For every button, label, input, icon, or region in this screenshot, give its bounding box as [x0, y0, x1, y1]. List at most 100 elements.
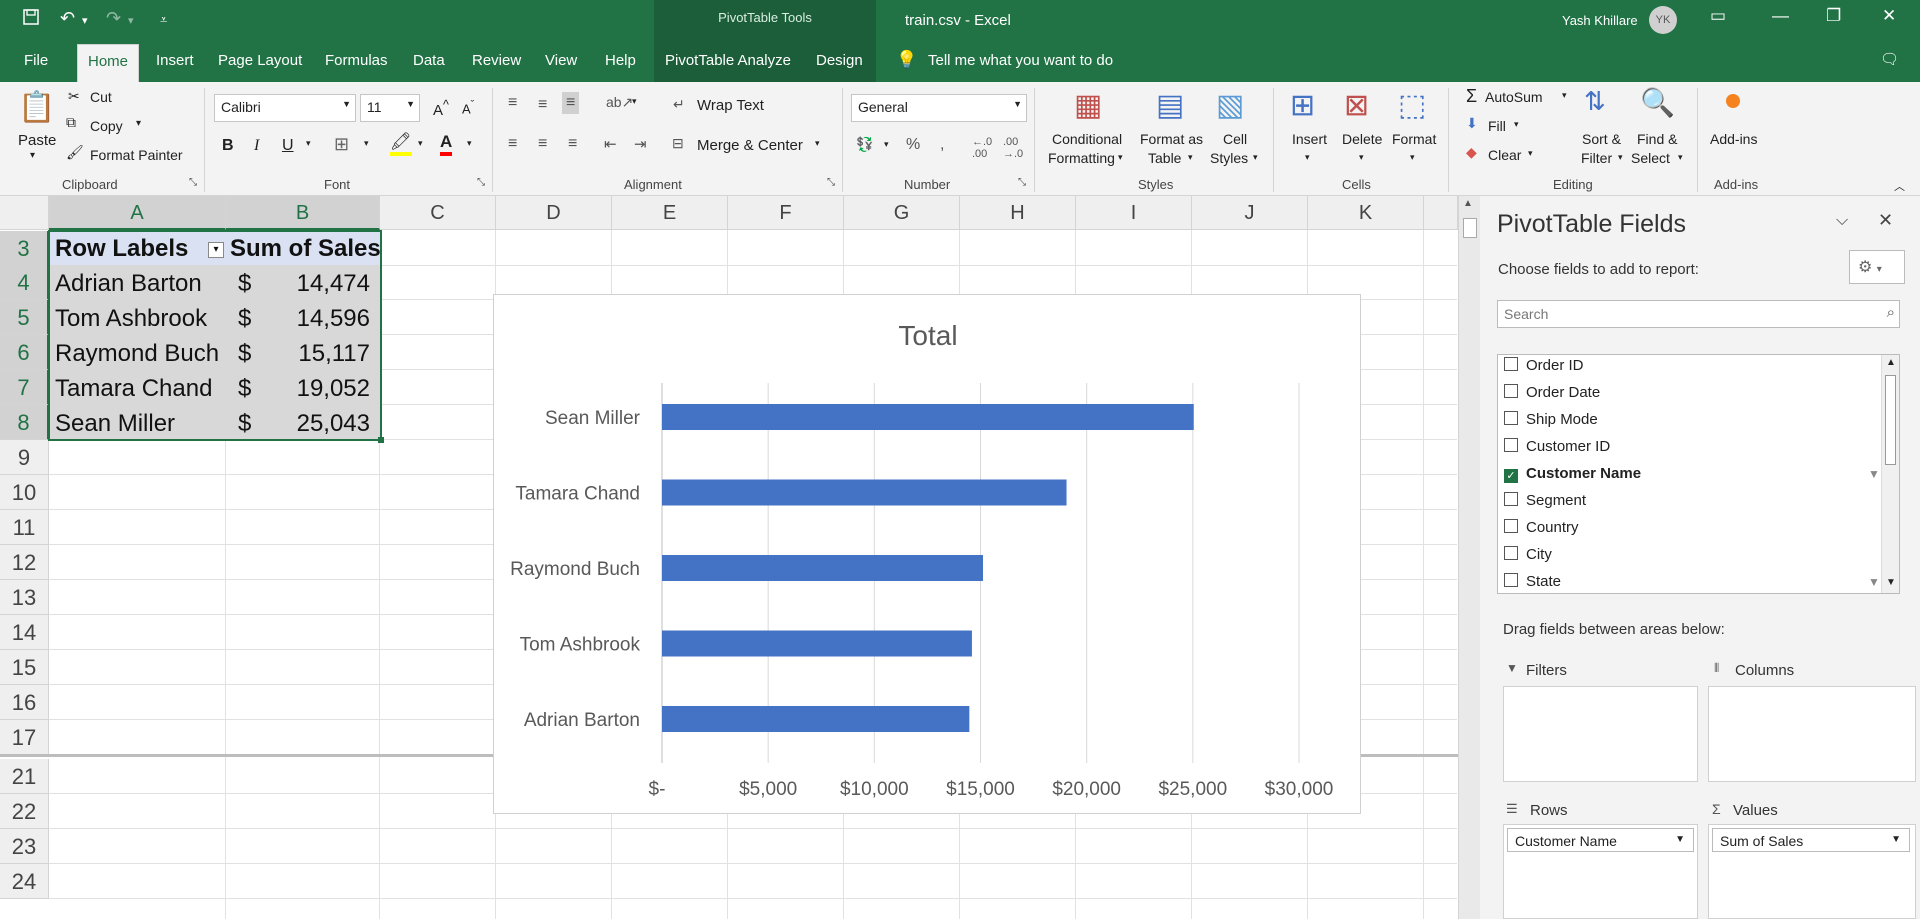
italic-button[interactable]: I: [254, 137, 259, 155]
align-middle-icon[interactable]: ≡: [538, 96, 547, 114]
row-header-4[interactable]: 4: [0, 265, 49, 300]
row-header-9[interactable]: 9: [0, 440, 49, 475]
checkbox-icon[interactable]: [1504, 573, 1518, 587]
row-header-24[interactable]: 24: [0, 864, 49, 899]
restore-icon[interactable]: ❐: [1826, 6, 1841, 26]
number-launcher-icon[interactable]: ⤡: [1018, 177, 1026, 188]
row-header-21[interactable]: 21: [0, 759, 49, 794]
increase-decimal-icon[interactable]: ←.0.00: [972, 136, 992, 160]
increase-font-icon[interactable]: A^: [433, 98, 449, 119]
checkbox-icon[interactable]: [1504, 519, 1518, 533]
insert-dropdown-icon[interactable]: ▾: [1305, 152, 1310, 163]
save-icon[interactable]: [22, 8, 40, 31]
find-select-icon[interactable]: 🔍: [1640, 86, 1675, 119]
font-name-box[interactable]: Calibri ▼: [214, 94, 356, 122]
row-header-14[interactable]: 14: [0, 615, 49, 650]
delete-cells-button[interactable]: Delete: [1342, 131, 1382, 147]
field-item[interactable]: State: [1504, 573, 1561, 590]
conditional-formatting-button-line2[interactable]: Formatting: [1048, 150, 1115, 166]
checkbox-icon[interactable]: [1504, 411, 1518, 425]
row-header-11[interactable]: 11: [0, 510, 49, 545]
copy-dropdown-icon[interactable]: ▾: [136, 118, 141, 129]
column-header-i[interactable]: I: [1076, 196, 1192, 230]
comma-style-icon[interactable]: ,: [940, 136, 944, 154]
scroll-thumb[interactable]: [1885, 375, 1896, 465]
column-header-b[interactable]: B: [226, 196, 380, 230]
delete-dropdown-icon[interactable]: ▾: [1359, 152, 1364, 163]
field-item[interactable]: Segment: [1504, 492, 1586, 509]
scroll-down-icon[interactable]: ▼: [1886, 577, 1896, 588]
merge-center-button[interactable]: Merge & Center: [697, 137, 803, 154]
tab-help[interactable]: Help: [605, 52, 636, 69]
autosum-icon[interactable]: Σ: [1466, 86, 1477, 107]
ribbon-display-icon[interactable]: ▭: [1710, 6, 1726, 26]
percent-icon[interactable]: %: [906, 136, 920, 154]
field-list-scrollbar[interactable]: ▲ ▼: [1881, 355, 1899, 593]
format-painter-button[interactable]: Format Painter: [90, 147, 183, 163]
format-as-table-button[interactable]: Format as: [1140, 131, 1203, 147]
row-header-13[interactable]: 13: [0, 580, 49, 615]
fill-color-dropdown-icon[interactable]: ▾: [418, 138, 423, 149]
tab-view[interactable]: View: [545, 52, 577, 69]
chart-bar[interactable]: [662, 706, 970, 732]
sort-filter-button[interactable]: Sort &: [1582, 131, 1621, 147]
sort-dropdown-icon[interactable]: ▾: [1618, 152, 1623, 163]
tab-formulas[interactable]: Formulas: [325, 52, 388, 69]
collapse-ribbon-icon[interactable]: ︿: [1894, 178, 1905, 194]
rows-field-pill[interactable]: Customer Name ▼: [1507, 828, 1694, 852]
chevron-down-icon[interactable]: ▼: [1675, 834, 1685, 845]
column-header-a[interactable]: A: [49, 196, 226, 230]
cut-icon[interactable]: ✂: [68, 88, 80, 105]
alignment-launcher-icon[interactable]: ⤡: [827, 177, 835, 188]
conditional-formatting-button[interactable]: Conditional: [1052, 131, 1122, 147]
chart-bar[interactable]: [662, 404, 1194, 430]
fill-dropdown-icon[interactable]: ▾: [1514, 119, 1519, 130]
autosum-button[interactable]: AutoSum: [1485, 89, 1543, 105]
field-item[interactable]: Ship Mode: [1504, 411, 1598, 428]
clear-button[interactable]: Clear: [1488, 147, 1521, 163]
merge-dropdown-icon[interactable]: ▾: [815, 138, 820, 149]
align-left-icon[interactable]: ≡: [508, 135, 517, 153]
checkbox-icon[interactable]: [1504, 357, 1518, 371]
row-header-10[interactable]: 10: [0, 475, 49, 510]
sort-filter-button-line2[interactable]: Filter: [1581, 150, 1612, 166]
column-header-k[interactable]: K: [1308, 196, 1424, 230]
orientation-icon[interactable]: ab↗: [606, 94, 633, 111]
underline-button[interactable]: U: [282, 137, 294, 155]
font-color-icon[interactable]: A: [440, 132, 453, 156]
column-header-e[interactable]: E: [612, 196, 728, 230]
tell-me-box[interactable]: Tell me what you want to do: [928, 52, 1113, 69]
delete-cells-icon[interactable]: ⊠: [1344, 88, 1369, 123]
tab-data[interactable]: Data: [413, 52, 445, 69]
avatar[interactable]: YK: [1649, 6, 1677, 34]
customize-qat-icon[interactable]: ⩡: [160, 12, 167, 28]
copy-icon[interactable]: ⧉: [66, 114, 76, 131]
select-all-corner[interactable]: [0, 196, 49, 230]
align-center-icon[interactable]: ≡: [538, 135, 547, 153]
redo-dropdown-icon[interactable]: ▾: [128, 14, 134, 27]
pivot-chart[interactable]: Total $- $5,000 $10,000 $15,000 $20,000 $25,00…: [493, 294, 1361, 814]
chart-bar[interactable]: [662, 555, 983, 581]
field-list[interactable]: Order ID Order Date Ship Mode Customer ID ✓ C…: [1497, 354, 1900, 594]
fill-button[interactable]: Fill: [1488, 118, 1506, 134]
find-select-button[interactable]: Find &: [1637, 131, 1677, 147]
close-icon[interactable]: ✕: [1878, 210, 1893, 231]
insert-cells-button[interactable]: Insert: [1292, 131, 1327, 147]
row-header-6[interactable]: 6: [0, 335, 49, 370]
decrease-font-icon[interactable]: Aˇ: [462, 99, 474, 116]
copy-button[interactable]: Copy: [90, 118, 123, 134]
align-top-icon[interactable]: ≡: [508, 94, 517, 112]
search-input[interactable]: Search ⌕: [1497, 300, 1900, 328]
font-launcher-icon[interactable]: ⤡: [477, 177, 485, 188]
merge-center-icon[interactable]: ⊟: [672, 135, 684, 152]
column-header-c[interactable]: C: [380, 196, 496, 230]
fill-color-icon[interactable]: 🖍: [390, 132, 412, 156]
scroll-up-icon[interactable]: ▲: [1886, 357, 1896, 368]
values-field-pill[interactable]: Sum of Sales ▼: [1712, 828, 1910, 852]
autosum-dropdown-icon[interactable]: ▾: [1562, 90, 1567, 101]
find-dropdown-icon[interactable]: ▾: [1678, 152, 1683, 163]
chevron-down-icon[interactable]: ⌵: [1836, 212, 1848, 230]
redo-icon[interactable]: ↷: [106, 8, 121, 29]
bold-button[interactable]: B: [222, 137, 234, 155]
chevron-down-icon[interactable]: ▼: [406, 99, 415, 109]
